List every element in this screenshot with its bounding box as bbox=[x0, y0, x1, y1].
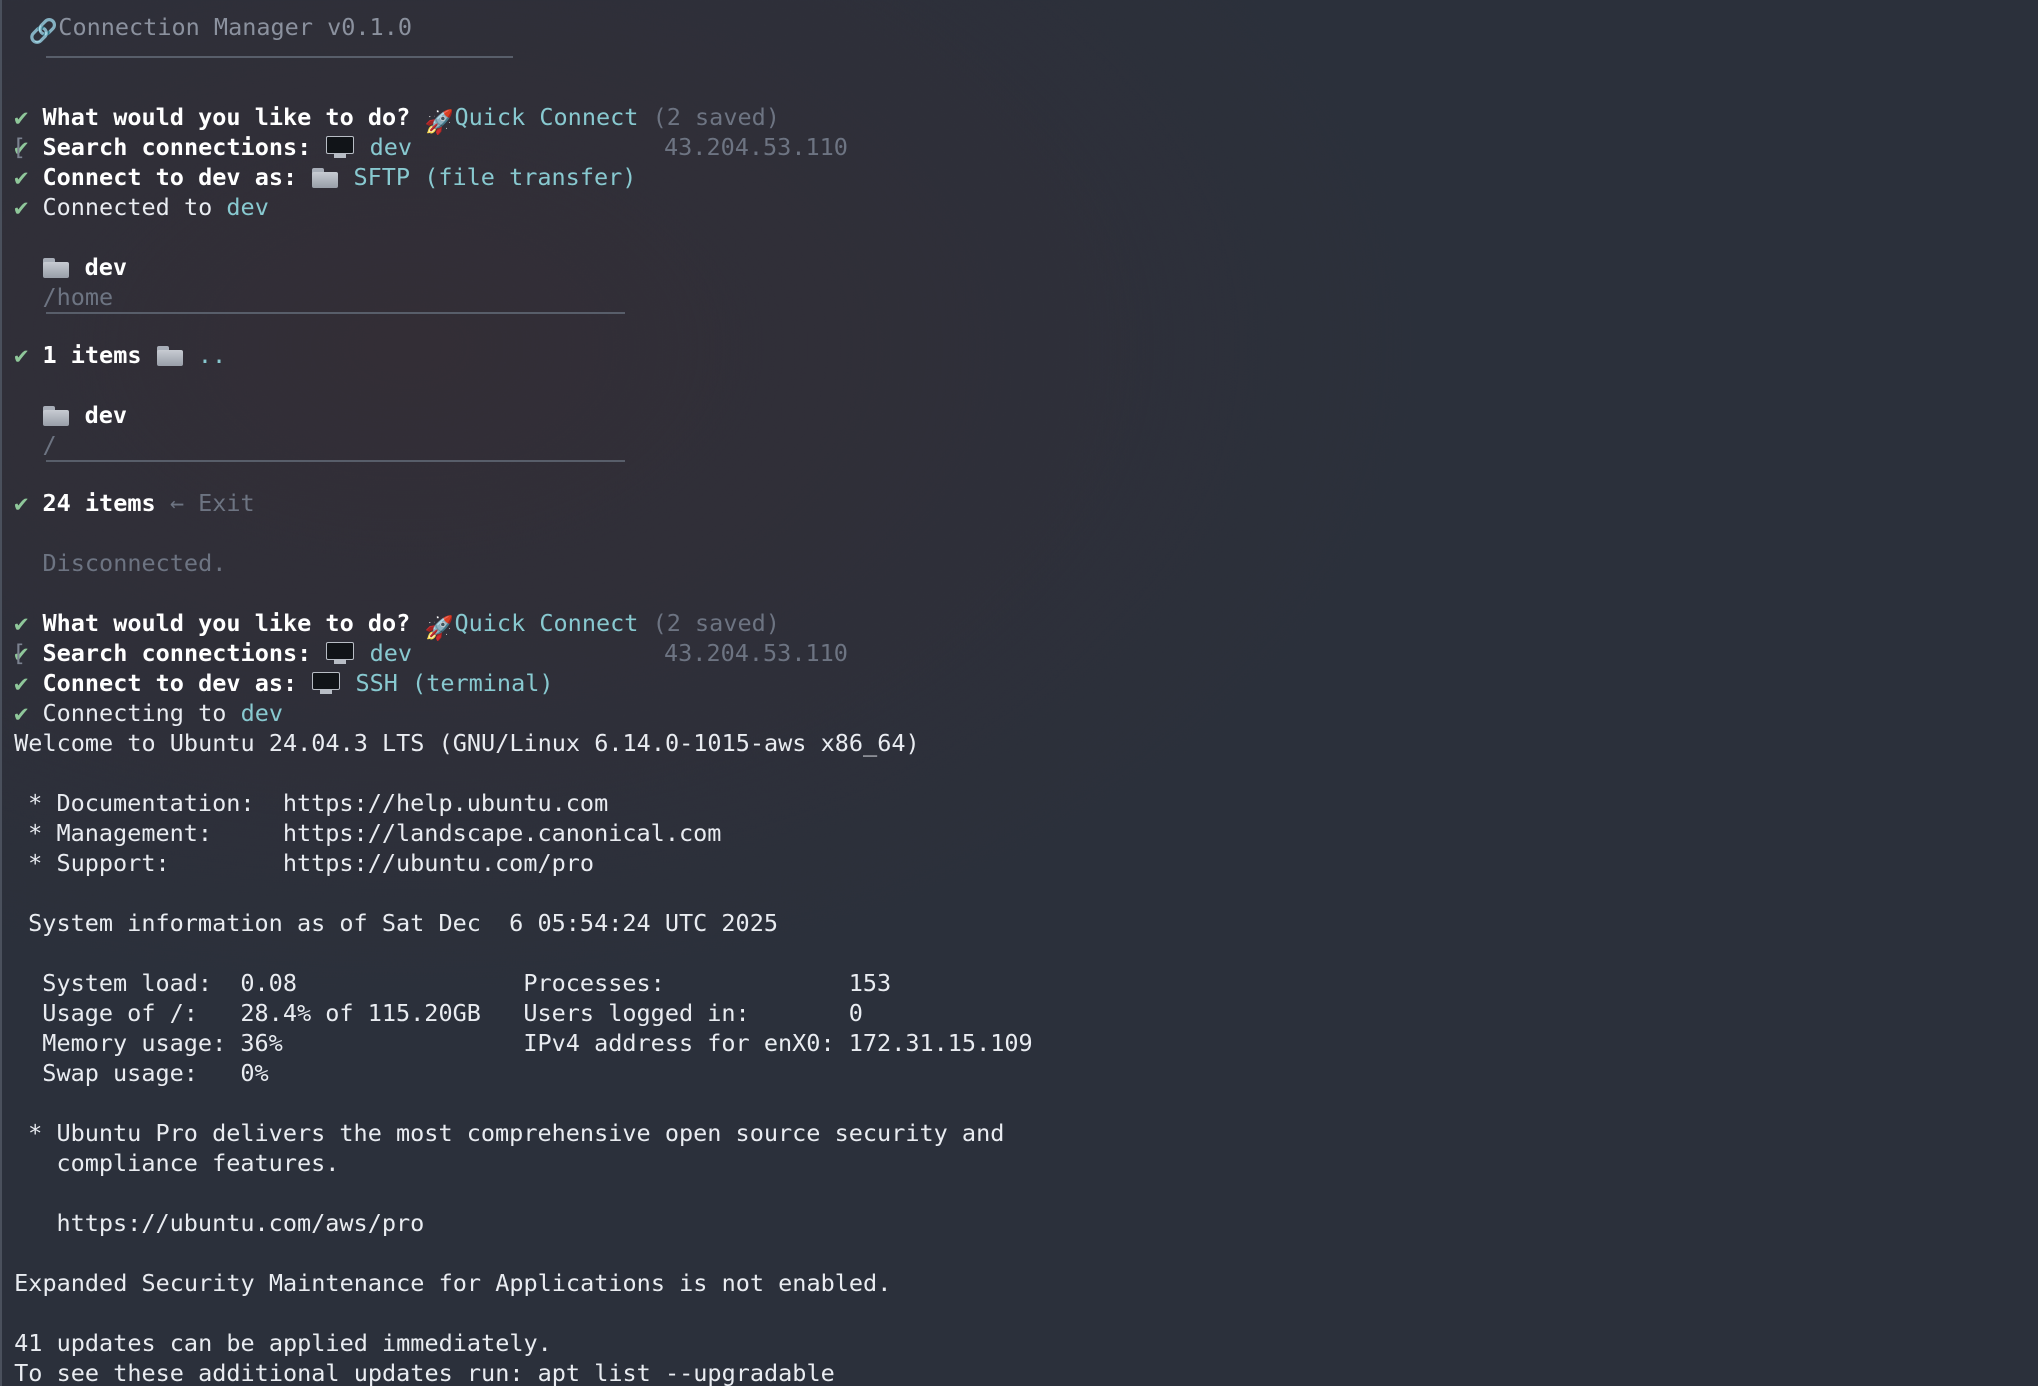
rocket-icon: 🚀 bbox=[424, 614, 455, 642]
motd-stat-row: Swap usage: 0% bbox=[14, 1059, 269, 1087]
browser-path-line: /home bbox=[0, 282, 2038, 312]
rocket-icon: 🚀 bbox=[424, 108, 455, 136]
browser-items-line[interactable]: ✔ 24 items ← Exit bbox=[0, 488, 2038, 518]
browser-title-line: dev bbox=[0, 400, 2038, 430]
connect-as-line: ✔ Connect to dev as: SSH (terminal) bbox=[0, 668, 2038, 698]
search-label: Search connections: bbox=[42, 133, 312, 161]
motd-esm-text: Expanded Security Maintenance for Applic… bbox=[14, 1269, 892, 1297]
motd-updates-hint: To see these additional updates run: apt… bbox=[0, 1358, 2038, 1386]
header-divider bbox=[0, 42, 2038, 72]
motd-support: * Support: https://ubuntu.com/pro bbox=[14, 849, 595, 877]
connected-status-line: ✔ Connected to dev bbox=[0, 192, 2038, 222]
browser-title-line: dev bbox=[0, 252, 2038, 282]
motd-management: * Management: https://landscape.canonica… bbox=[14, 819, 722, 847]
app-header: 🔗Connection Manager v0.1.0 bbox=[0, 12, 2038, 45]
browser-divider bbox=[0, 460, 2038, 490]
connect-as-choice: SSH (terminal) bbox=[355, 669, 554, 697]
items-count: 1 items bbox=[42, 341, 142, 369]
motd-system-info: System information as of Sat Dec 6 05:54… bbox=[14, 909, 779, 937]
action-choice: Quick Connect bbox=[454, 103, 639, 131]
search-label: Search connections: bbox=[42, 639, 312, 667]
motd-updates-text: 41 updates can be applied immediately. bbox=[14, 1329, 552, 1357]
motd-pro-url: https://ubuntu.com/aws/pro bbox=[14, 1209, 425, 1237]
motd-stat-row: Memory usage: 36% IPv4 address for enX0:… bbox=[14, 1029, 1033, 1057]
motd-welcome: Welcome to Ubuntu 24.04.3 LTS (GNU/Linux… bbox=[0, 728, 2038, 758]
search-ip: 43.204.53.110 bbox=[664, 639, 848, 667]
browser-host-name: dev bbox=[84, 253, 128, 281]
monitor-icon bbox=[311, 671, 341, 695]
motd-welcome-text: Welcome to Ubuntu 24.04.3 LTS (GNU/Linux… bbox=[14, 729, 920, 757]
motd-stat-row: System load: 0.08 Processes: 153 bbox=[14, 969, 892, 997]
motd-esm: Expanded Security Maintenance for Applic… bbox=[0, 1268, 2038, 1298]
action-prompt-line: ✔ What would you like to do? 🚀Quick Conn… bbox=[0, 608, 2038, 642]
status-host: dev bbox=[226, 193, 269, 221]
check-icon: ✔ bbox=[14, 489, 29, 517]
monitor-icon bbox=[325, 135, 355, 159]
disconnected-status: Disconnected. bbox=[42, 549, 227, 577]
action-prompt-label: What would you like to do? bbox=[42, 609, 411, 637]
action-prompt-label: What would you like to do? bbox=[42, 103, 411, 131]
bracket-marker: [ bbox=[12, 133, 27, 161]
link-icon: 🔗 bbox=[28, 17, 58, 45]
status-host: dev bbox=[240, 699, 284, 727]
motd-documentation: * Documentation: https://help.ubuntu.com bbox=[14, 789, 609, 817]
saved-count: (2 saved) bbox=[652, 609, 780, 637]
status-prefix: Connecting to bbox=[42, 699, 227, 727]
check-icon: ✔ bbox=[14, 609, 29, 637]
motd-updates-hint-text: To see these additional updates run: apt… bbox=[14, 1359, 835, 1386]
browser-divider bbox=[0, 312, 2038, 342]
connect-as-label: Connect to dev as: bbox=[42, 163, 298, 191]
folder-icon bbox=[311, 166, 339, 188]
saved-count: (2 saved) bbox=[652, 103, 780, 131]
disconnected-line: Disconnected. bbox=[0, 548, 2038, 578]
check-icon: ✔ bbox=[14, 193, 29, 221]
connect-as-line: ✔ Connect to dev as: SFTP (file transfer… bbox=[0, 162, 2038, 192]
search-value: dev bbox=[369, 639, 413, 667]
browser-path: /home bbox=[42, 283, 114, 311]
motd-ubuntu-pro: * Ubuntu Pro delivers the most comprehen… bbox=[14, 1119, 1005, 1147]
exit-option[interactable]: ← Exit bbox=[170, 489, 255, 517]
search-line: [ ✔ Search connections: dev 43.204.53.110 bbox=[0, 638, 2038, 668]
browser-path-line: / bbox=[0, 430, 2038, 460]
search-value: dev bbox=[369, 133, 413, 161]
app-title: Connection Manager v0.1.0 bbox=[58, 13, 413, 41]
folder-icon bbox=[42, 256, 70, 278]
search-line: [ ✔ Search connections: dev 43.204.53.110 bbox=[0, 132, 2038, 162]
action-prompt-line: ✔ What would you like to do? 🚀Quick Conn… bbox=[0, 102, 2038, 136]
check-icon: ✔ bbox=[14, 163, 29, 191]
folder-icon bbox=[156, 344, 184, 366]
check-icon: ✔ bbox=[14, 103, 29, 131]
connecting-status-line: ✔ Connecting to dev bbox=[0, 698, 2038, 728]
motd-updates: 41 updates can be applied immediately. bbox=[0, 1328, 2038, 1358]
items-count: 24 items bbox=[42, 489, 156, 517]
terminal-output[interactable]: 🔗Connection Manager v0.1.0 ✔ What would … bbox=[0, 12, 2038, 1386]
selected-item: .. bbox=[197, 341, 227, 369]
browser-items-line[interactable]: ✔ 1 items .. bbox=[0, 340, 2038, 370]
motd-stat-row: Usage of /: 28.4% of 115.20GB Users logg… bbox=[14, 999, 863, 1027]
motd-ubuntu-pro-cont: compliance features. bbox=[14, 1149, 340, 1177]
browser-path: / bbox=[42, 431, 57, 459]
folder-icon bbox=[42, 404, 70, 426]
status-prefix: Connected to bbox=[42, 193, 213, 221]
connect-as-label: Connect to dev as: bbox=[42, 669, 298, 697]
check-icon: ✔ bbox=[14, 341, 29, 369]
browser-host-name: dev bbox=[84, 401, 128, 429]
connect-as-choice: SFTP (file transfer) bbox=[353, 163, 637, 191]
monitor-icon bbox=[325, 641, 355, 665]
check-icon: ✔ bbox=[14, 669, 29, 697]
action-choice: Quick Connect bbox=[454, 609, 639, 637]
search-ip: 43.204.53.110 bbox=[664, 133, 848, 161]
bracket-marker: [ bbox=[12, 639, 27, 667]
check-icon: ✔ bbox=[14, 699, 29, 727]
